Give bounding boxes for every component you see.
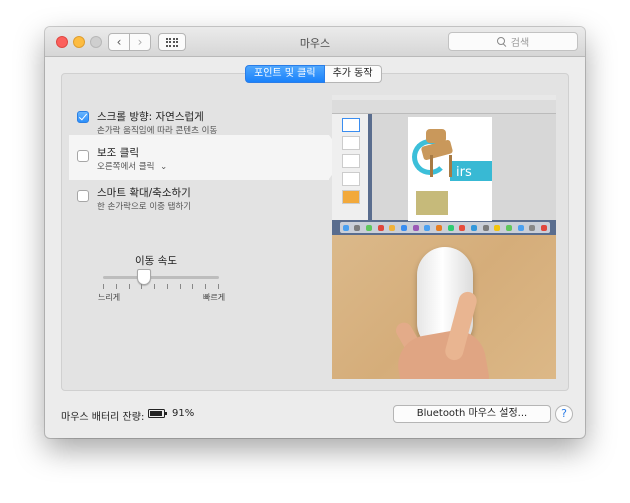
preview-thumbnail xyxy=(342,154,360,168)
preview-thumbnail xyxy=(342,190,360,204)
help-button[interactable]: ? xyxy=(555,405,573,423)
preview-toolbar xyxy=(332,100,556,114)
bluetooth-mouse-setup-button[interactable]: Bluetooth 마우스 설정... xyxy=(393,405,551,423)
chair-legs xyxy=(430,155,452,177)
option-title: 스마트 확대/축소하기 xyxy=(97,187,191,199)
tracking-speed-title: 이동 속도 xyxy=(135,255,177,267)
search-icon xyxy=(496,36,507,47)
option-title: 스크롤 방향: 자연스럽게 xyxy=(97,111,204,123)
tracking-speed-knob[interactable] xyxy=(136,269,151,285)
tab-bar: 포인트 및 클릭 추가 동작 xyxy=(245,65,382,83)
gesture-preview: irs xyxy=(332,95,556,379)
option-subtitle: 오른쪽에서 클릭 xyxy=(97,162,155,172)
mouse-preferences-window: ‹ › 마우스 검색 포인트 및 클릭 추가 동작 스크롤 방향: 자연스럽게 … xyxy=(45,27,585,438)
preview-photo xyxy=(416,191,448,215)
option-title: 보조 클릭 xyxy=(97,147,139,159)
preview-thumbnail xyxy=(342,118,360,132)
chevron-down-icon: ⌄ xyxy=(160,162,168,172)
search-placeholder: 검색 xyxy=(510,38,530,49)
tracking-speed-slider[interactable] xyxy=(103,276,219,279)
preview-sidebar xyxy=(332,114,368,220)
speed-high-label: 빠르게 xyxy=(203,293,226,302)
slider-ticks xyxy=(103,284,219,290)
preview-band: irs xyxy=(450,161,492,181)
preview-thumbnail xyxy=(342,136,360,150)
preview-screen: irs xyxy=(332,95,556,235)
secondary-click-checkbox[interactable] xyxy=(77,150,89,162)
checkmark-icon xyxy=(78,111,88,121)
battery-percent: 91% xyxy=(172,408,195,419)
option-subtitle: 손가락 움직임에 따라 콘텐츠 이동 xyxy=(97,126,218,136)
tab-more-gestures[interactable]: 추가 동작 xyxy=(324,65,382,83)
preview-doc-text: irs xyxy=(456,165,472,180)
title-bar: ‹ › 마우스 검색 xyxy=(45,27,585,57)
smart-zoom-checkbox[interactable] xyxy=(77,190,89,202)
preview-dock xyxy=(340,222,550,233)
battery-icon xyxy=(148,409,167,418)
secondary-click-popup[interactable]: 오른쪽에서 클릭 ⌄ xyxy=(97,160,167,172)
preview-thumbnail xyxy=(342,172,360,186)
scroll-direction-checkbox[interactable] xyxy=(77,111,89,123)
tab-point-and-click[interactable]: 포인트 및 클릭 xyxy=(245,65,325,83)
search-field[interactable]: 검색 xyxy=(448,32,578,51)
battery-label: 마우스 배터리 잔량: xyxy=(61,412,145,423)
battery-level-fill xyxy=(150,411,162,416)
speed-low-label: 느리게 xyxy=(98,293,121,302)
option-subtitle: 한 손가락으로 이중 탭하기 xyxy=(97,202,192,212)
